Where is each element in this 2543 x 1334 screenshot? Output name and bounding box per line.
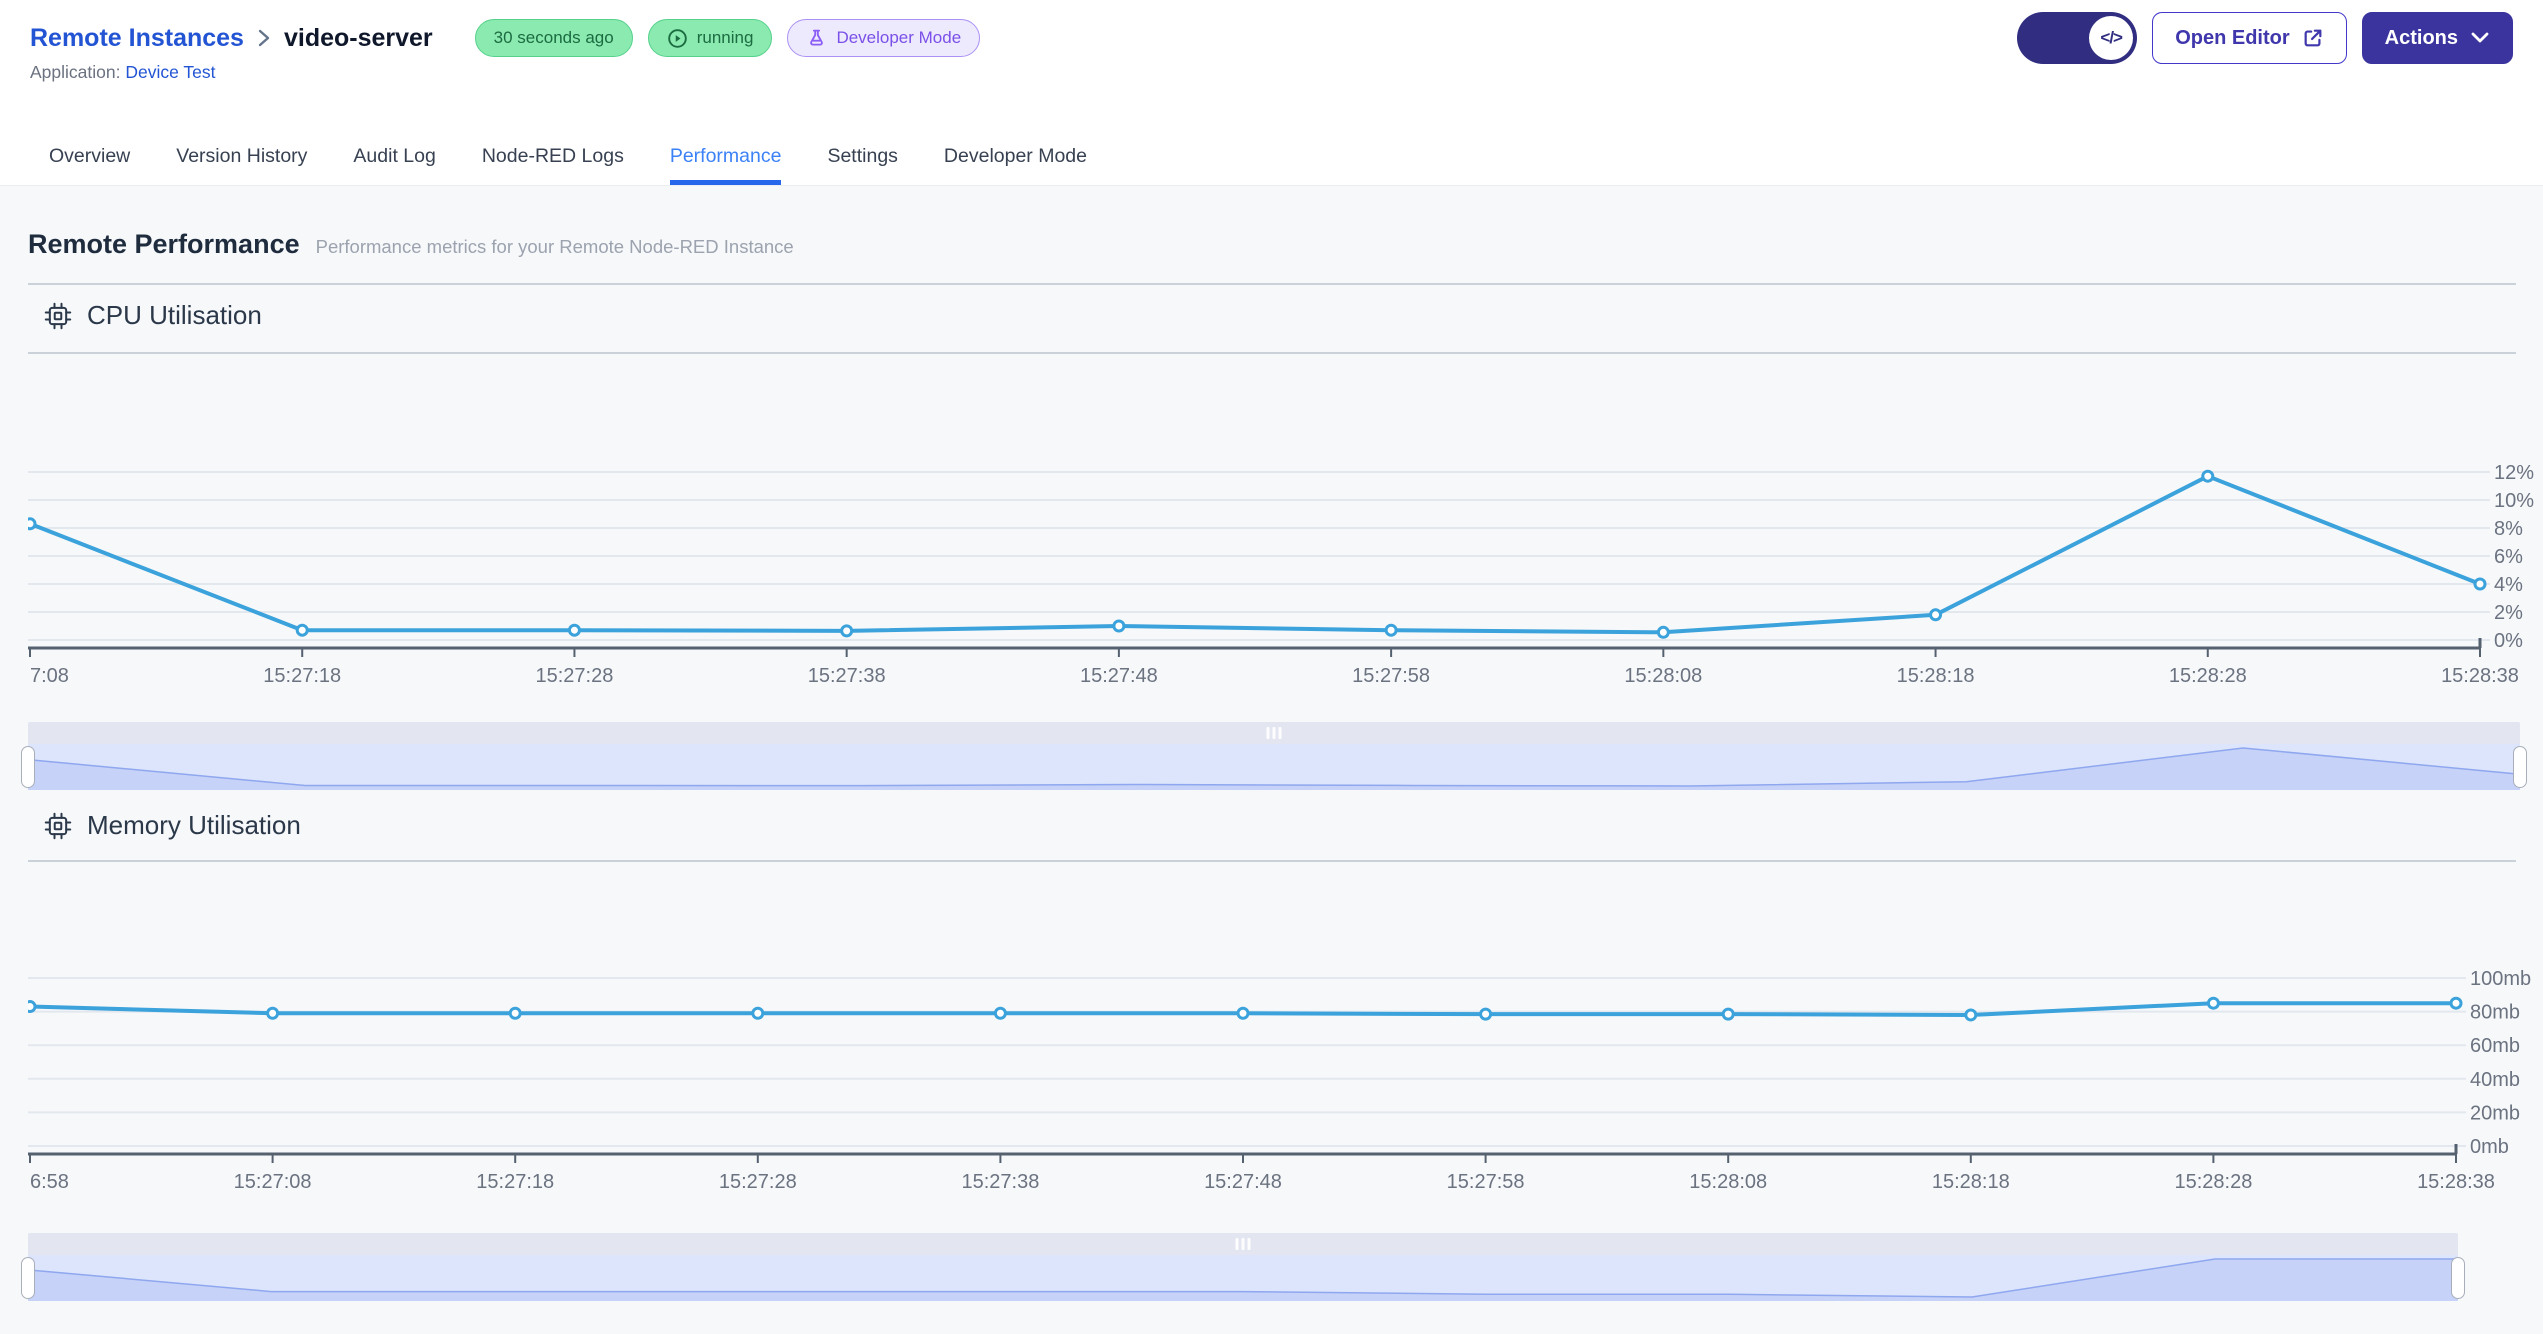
tab-version-history[interactable]: Version History [176, 130, 307, 185]
cpu-chip-icon [44, 302, 72, 329]
cpu-brush-left-handle[interactable] [21, 746, 35, 788]
memory-brush-right-handle[interactable] [2451, 1257, 2465, 1299]
flask-icon [810, 29, 824, 46]
cpu-section-title: CPU Utilisation [87, 300, 262, 330]
app-window: Remote Instances video-server 30 seconds… [0, 0, 2543, 1334]
cpu-brush-track[interactable] [28, 722, 2520, 744]
open-editor-label: Open Editor [2175, 26, 2290, 49]
memory-brush-left-handle[interactable] [21, 1257, 35, 1299]
svg-text:15:27:48: 15:27:48 [1080, 665, 1158, 687]
cpu-brush-right-handle[interactable] [2513, 746, 2527, 788]
play-circle-icon [667, 28, 687, 48]
open-editor-button[interactable]: Open Editor [2152, 12, 2347, 64]
application-label: Application: [30, 62, 121, 82]
memory-section-title: Memory Utilisation [87, 810, 301, 840]
cpu-chart-range-selector[interactable] [21, 722, 2527, 792]
page-heading: Remote Performance Performance metrics f… [28, 229, 794, 260]
actions-label: Actions [2384, 26, 2458, 49]
svg-text:2%: 2% [2494, 602, 2523, 624]
divider [28, 352, 2516, 354]
svg-text:15:27:48: 15:27:48 [1204, 1171, 1282, 1193]
application-row: Application: Device Test [30, 62, 216, 83]
svg-text:15:28:38: 15:28:38 [2417, 1171, 2495, 1193]
external-link-icon [2304, 29, 2322, 47]
application-link[interactable]: Device Test [125, 62, 215, 82]
divider [28, 283, 2516, 285]
breadcrumb-parent-link[interactable]: Remote Instances [30, 24, 244, 53]
status-badges: 30 seconds ago running Developer Mode [474, 19, 981, 57]
header-controls: </> Open Editor Actions [2017, 12, 2513, 64]
svg-text:0mb: 0mb [2470, 1136, 2509, 1158]
svg-text:12%: 12% [2494, 462, 2534, 484]
last-seen-badge: 30 seconds ago [474, 19, 633, 57]
svg-text:6:58: 6:58 [30, 1171, 69, 1193]
page-header: Remote Instances video-server 30 seconds… [30, 10, 2513, 66]
svg-text:4%: 4% [2494, 574, 2523, 596]
svg-text:15:28:18: 15:28:18 [1932, 1171, 2010, 1193]
svg-text:20mb: 20mb [2470, 1102, 2520, 1124]
memory-chart-range-selector[interactable] [21, 1233, 2465, 1303]
svg-text:80mb: 80mb [2470, 1002, 2520, 1024]
svg-text:40mb: 40mb [2470, 1069, 2520, 1091]
svg-text:0%: 0% [2494, 630, 2523, 652]
page-title: Remote Performance [28, 229, 300, 259]
cpu-brush-mini-chart [28, 744, 2520, 790]
memory-section-header: Memory Utilisation [44, 810, 301, 841]
tab-node-red-logs[interactable]: Node-RED Logs [482, 130, 624, 185]
breadcrumb-current: video-server [283, 23, 433, 52]
tab-performance[interactable]: Performance [669, 130, 782, 185]
breadcrumb-chevron-icon [256, 27, 272, 49]
svg-text:15:27:18: 15:27:18 [263, 665, 341, 687]
divider [28, 860, 2516, 862]
breadcrumb: Remote Instances video-server [30, 24, 433, 53]
memory-utilisation-chart: 0mb 20mb 40mb 60mb 80mb 100mb 6:58 15:27:08 15:2… [28, 968, 2531, 1193]
cpu-utilisation-chart: 0% 2% 4% 6% 8% 10% 12% 7:08 15:27:18 15:27:28 15:2… [28, 462, 2534, 687]
cpu-section-header: CPU Utilisation [44, 300, 262, 331]
svg-text:15:27:38: 15:27:38 [808, 665, 886, 687]
svg-text:15:27:18: 15:27:18 [476, 1171, 554, 1193]
svg-text:15:27:28: 15:27:28 [536, 665, 614, 687]
memory-brush-preview[interactable] [28, 1255, 2458, 1301]
svg-text:15:28:28: 15:28:28 [2174, 1171, 2252, 1193]
svg-text:8%: 8% [2494, 518, 2523, 540]
svg-text:10%: 10% [2494, 490, 2534, 512]
svg-text:15:28:28: 15:28:28 [2169, 665, 2247, 687]
tab-overview[interactable]: Overview [49, 130, 130, 185]
chevron-down-icon [2471, 32, 2489, 43]
svg-text:15:27:58: 15:27:58 [1352, 665, 1430, 687]
svg-text:60mb: 60mb [2470, 1035, 2520, 1057]
tab-audit-log[interactable]: Audit Log [353, 130, 435, 185]
svg-text:15:28:38: 15:28:38 [2441, 665, 2519, 687]
developer-mode-badge: Developer Mode [787, 19, 981, 57]
svg-text:15:28:08: 15:28:08 [1689, 1171, 1767, 1193]
running-status-label: running [696, 28, 754, 47]
running-status-badge: running [647, 19, 773, 57]
svg-text:15:27:28: 15:27:28 [719, 1171, 797, 1193]
developer-mode-label: Developer Mode [836, 28, 962, 47]
actions-button[interactable]: Actions [2361, 12, 2513, 64]
editor-mode-toggle[interactable]: </> [2017, 12, 2138, 64]
svg-text:15:27:08: 15:27:08 [234, 1171, 312, 1193]
memory-brush-mini-chart [28, 1255, 2458, 1301]
cpu-brush-grip-handle[interactable] [1266, 727, 1282, 739]
last-seen-label: 30 seconds ago [493, 28, 614, 47]
cpu-brush-preview[interactable] [28, 744, 2520, 790]
memory-chip-icon [44, 812, 72, 839]
svg-text:15:27:58: 15:27:58 [1447, 1171, 1525, 1193]
code-icon: </> [2089, 16, 2134, 60]
tab-settings[interactable]: Settings [827, 130, 897, 185]
svg-text:15:28:18: 15:28:18 [1897, 665, 1975, 687]
tab-bar: Overview Version History Audit Log Node-RED… [0, 130, 2543, 186]
tab-developer-mode[interactable]: Developer Mode [944, 130, 1087, 185]
svg-text:100mb: 100mb [2470, 968, 2531, 990]
svg-text:15:27:38: 15:27:38 [961, 1171, 1039, 1193]
page-subtitle: Performance metrics for your Remote Node… [315, 236, 794, 257]
svg-text:15:28:08: 15:28:08 [1624, 665, 1702, 687]
svg-text:6%: 6% [2494, 546, 2523, 568]
svg-text:7:08: 7:08 [30, 665, 69, 687]
memory-brush-grip-handle[interactable] [1235, 1238, 1251, 1250]
memory-brush-track[interactable] [28, 1233, 2458, 1255]
